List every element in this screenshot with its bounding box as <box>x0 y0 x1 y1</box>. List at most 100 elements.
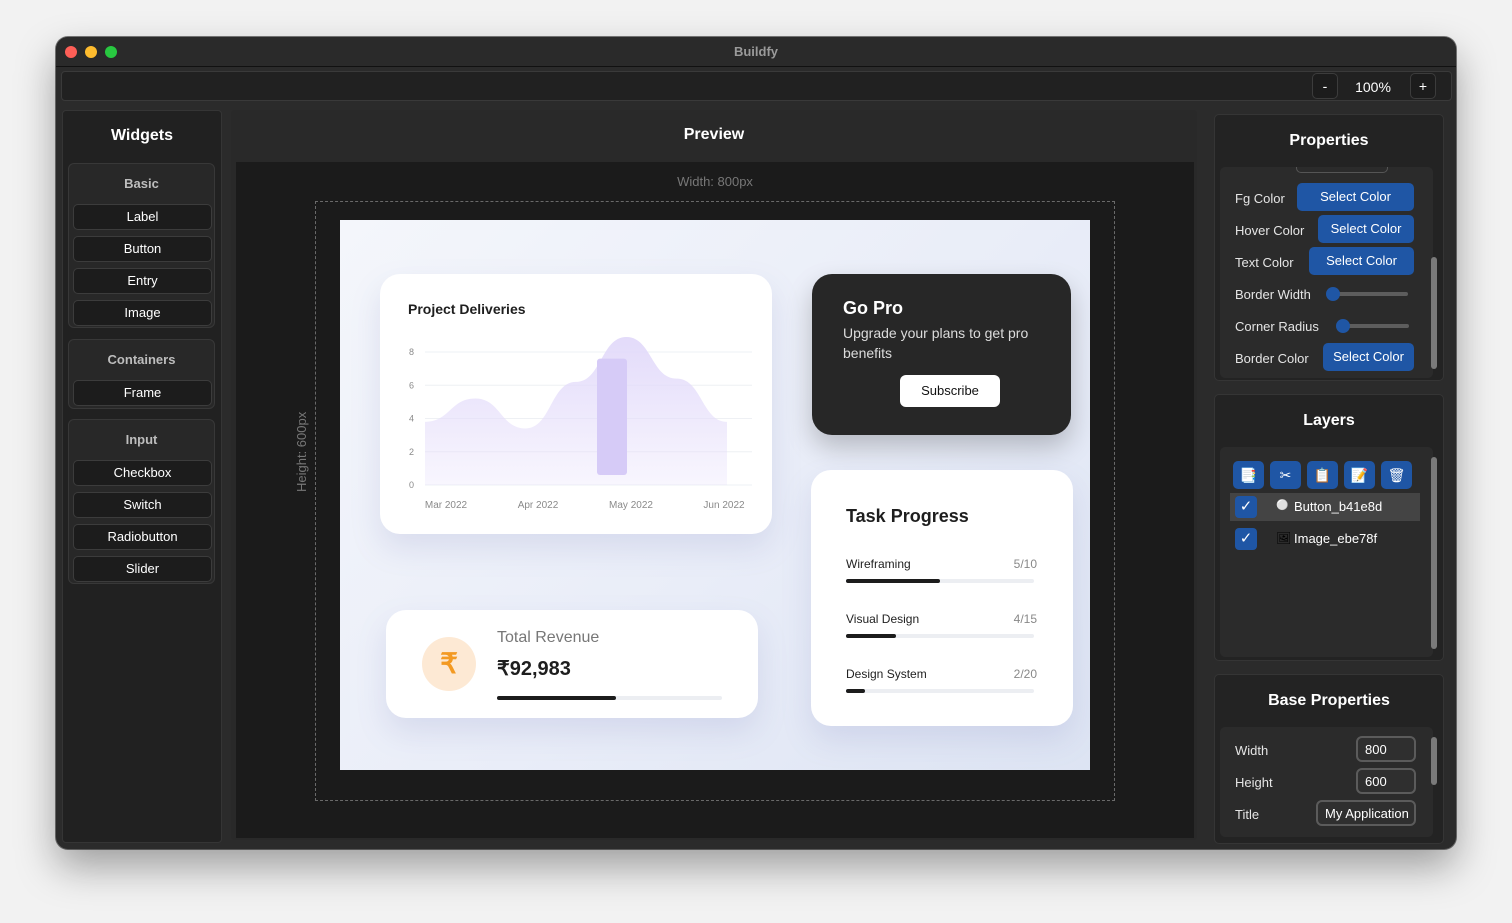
widget-slider-button[interactable]: Slider <box>73 556 212 582</box>
border-width-label: Border Width <box>1235 287 1311 302</box>
hover-color-button[interactable]: Select Color <box>1318 215 1414 243</box>
title-label: Title <box>1235 807 1260 822</box>
go-pro-card[interactable]: Go Pro Upgrade your plans to get pro ben… <box>812 274 1071 435</box>
chart-x-tick: Apr 2022 <box>518 500 559 511</box>
properties-title: Properties <box>1289 132 1369 149</box>
window-title: Buildfy <box>733 44 779 59</box>
delete-icon[interactable]: 🗑 <box>1381 461 1412 489</box>
app-canvas[interactable]: Project Deliveries 0 2 4 6 8 Mar 2022 Apr 2022… <box>340 220 1090 770</box>
task-label: Visual Design <box>846 612 920 626</box>
deliveries-card[interactable]: Project Deliveries 0 2 4 6 8 Mar 2022 Apr 2022… <box>380 274 772 534</box>
layer-item[interactable]: ✓ ⚪ Button_b41e8d <box>1230 493 1420 521</box>
chart-area-series <box>425 337 727 485</box>
button-layer-icon: ⚪ <box>1276 500 1289 511</box>
chart-y-tick: 4 <box>409 414 414 424</box>
chart-x-tick: Mar 2022 <box>425 500 468 511</box>
task-progress-fill <box>846 579 940 583</box>
border-color-label: Border Color <box>1235 351 1309 366</box>
task-progress-fill <box>846 689 865 693</box>
widget-group-containers: Containers Frame <box>68 339 215 409</box>
preview-area: Width: 800px Height: 600px Project Deliv… <box>236 162 1194 838</box>
text-color-button[interactable]: Select Color <box>1309 247 1414 275</box>
layer-name: Image_ebe78f <box>1294 531 1378 546</box>
widget-checkbox-button[interactable]: Checkbox <box>73 460 212 486</box>
paste-icon[interactable]: 📋 <box>1307 461 1338 489</box>
app-window: Buildfy - 100% + Widgets Basic Label But… <box>56 37 1456 849</box>
task-progress-card[interactable]: Task Progress Wireframing 5/10 Visual De… <box>811 470 1073 726</box>
chart-x-tick: Jun 2022 <box>703 500 745 511</box>
go-pro-description: Upgrade your plans to get pro benefits <box>843 325 1029 361</box>
layers-scrollbar[interactable] <box>1431 457 1437 649</box>
corner-radius-slider-handle[interactable] <box>1336 319 1350 333</box>
base-properties-panel: Base Properties Width 800 Height 600 Tit… <box>1214 674 1444 844</box>
rupee-icon: ₹ <box>422 637 476 691</box>
border-color-button[interactable]: Select Color <box>1323 343 1414 371</box>
widget-label-button[interactable]: Label <box>73 204 212 230</box>
preview-panel: Preview Width: 800px Height: 600px Proje… <box>231 110 1197 840</box>
properties-scrollbar[interactable] <box>1431 257 1437 369</box>
preview-title: Preview <box>683 126 745 143</box>
border-width-slider[interactable] <box>1328 292 1408 296</box>
title-input[interactable]: My Application <box>1316 800 1416 826</box>
task-progress-bar <box>846 579 1034 583</box>
revenue-progress-fill <box>497 696 617 700</box>
properties-list: Fg Color Select Color Hover Color Select… <box>1220 167 1433 378</box>
widget-switch-button[interactable]: Switch <box>73 492 212 518</box>
height-input[interactable]: 600 <box>1356 768 1416 794</box>
rename-icon[interactable]: 📝 <box>1344 461 1375 489</box>
task-label: Design System <box>846 667 927 681</box>
top-toolbar: - 100% + <box>61 71 1452 101</box>
layers-panel: Layers 📑 ✂ 📋 📝 🗑 ✓ ⚪ Button_b41e8d ✓ 🖼 I… <box>1214 394 1444 661</box>
deliveries-chart: 0 2 4 6 8 Mar 2022 Apr 2022 May 2022 Jun 2022 <box>409 337 752 511</box>
chart-y-tick: 0 <box>409 480 414 490</box>
hover-color-label: Hover Color <box>1235 223 1305 238</box>
chart-x-tick: May 2022 <box>609 500 653 511</box>
cut-icon[interactable]: ✂ <box>1270 461 1301 489</box>
width-label: Width <box>1235 743 1269 758</box>
properties-scrolled-edge <box>1296 167 1388 173</box>
properties-panel: Properties Fg Color Select Color Hover C… <box>1214 114 1444 381</box>
fg-color-button[interactable]: Select Color <box>1297 183 1414 211</box>
task-value: 4/15 <box>1013 612 1037 626</box>
widgets-title: Widgets <box>110 127 174 144</box>
go-pro-title: Go Pro <box>843 298 904 318</box>
group-title: Containers <box>107 352 176 367</box>
task-value: 2/20 <box>1013 667 1037 681</box>
text-color-label: Text Color <box>1235 255 1294 270</box>
subscribe-button[interactable]: Subscribe <box>900 375 1000 407</box>
group-title: Basic <box>124 176 159 191</box>
widget-group-input: Input Checkbox Switch Radiobutton Slider <box>68 419 215 584</box>
widget-frame-button[interactable]: Frame <box>73 380 212 406</box>
copy-icon[interactable]: 📑 <box>1233 461 1264 489</box>
widget-entry-button[interactable]: Entry <box>73 268 212 294</box>
zoom-level: 100% <box>1355 79 1391 95</box>
revenue-card[interactable]: ₹ Total Revenue ₹92,983 <box>386 610 758 718</box>
base-properties-list: Width 800 Height 600 Title My Applicatio… <box>1220 727 1433 837</box>
base-properties-title: Base Properties <box>1268 692 1390 709</box>
base-properties-scrollbar[interactable] <box>1431 737 1437 785</box>
zoom-out-button[interactable]: - <box>1312 73 1338 99</box>
layer-name: Button_b41e8d <box>1294 499 1383 514</box>
title-bar: Buildfy <box>56 37 1456 67</box>
layers-list: 📑 ✂ 📋 📝 🗑 ✓ ⚪ Button_b41e8d ✓ 🖼 Image_eb… <box>1220 447 1433 657</box>
layers-title: Layers <box>1303 412 1355 429</box>
group-title: Input <box>125 432 158 447</box>
revenue-value: ₹92,983 <box>497 658 571 680</box>
layer-item[interactable]: ✓ 🖼 Image_ebe78f <box>1230 525 1420 553</box>
task-progress-bar <box>846 689 1034 693</box>
widget-image-button[interactable]: Image <box>73 300 212 326</box>
task-progress-bar <box>846 634 1034 638</box>
layer-visibility-checkbox[interactable]: ✓ <box>1235 496 1257 518</box>
task-label: Wireframing <box>846 557 911 571</box>
image-layer-icon: 🖼 <box>1276 531 1292 545</box>
layer-visibility-checkbox[interactable]: ✓ <box>1235 528 1257 550</box>
task-progress-title: Task Progress <box>846 506 969 526</box>
width-input[interactable]: 800 <box>1356 736 1416 762</box>
corner-radius-label: Corner Radius <box>1235 319 1319 334</box>
zoom-in-button[interactable]: + <box>1410 73 1436 99</box>
border-width-slider-handle[interactable] <box>1326 287 1340 301</box>
widget-button-button[interactable]: Button <box>73 236 212 262</box>
chart-y-tick: 8 <box>409 347 414 357</box>
widget-radiobutton-button[interactable]: Radiobutton <box>73 524 212 550</box>
fg-color-label: Fg Color <box>1235 191 1285 206</box>
